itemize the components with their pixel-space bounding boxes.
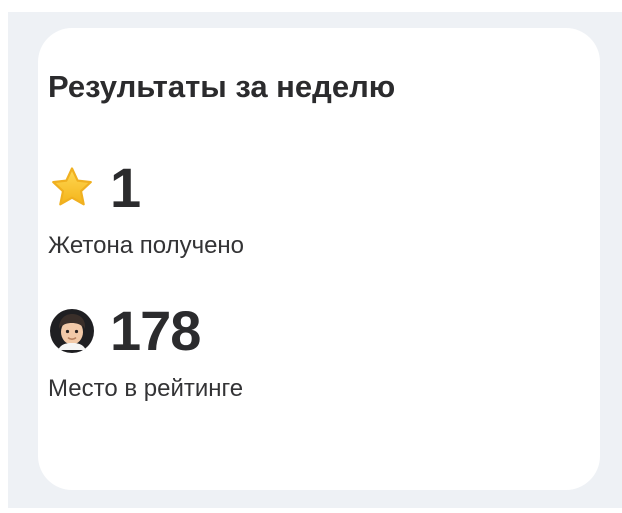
tokens-stat-row: 1: [48, 157, 244, 219]
rank-stat: 178 Место в рейтинге: [48, 300, 243, 404]
tokens-stat: 1 Жетона получено: [48, 157, 244, 261]
rank-caption: Место в рейтинге: [48, 375, 244, 402]
rank-stat-row: 178: [48, 300, 243, 362]
tokens-caption: Жетона получено: [48, 232, 245, 259]
avatar-icon: [48, 307, 96, 355]
star-icon: [48, 164, 96, 212]
tokens-value: 1: [110, 156, 141, 219]
rank-value: 178: [110, 299, 201, 362]
card-title: Результаты за неделю: [48, 69, 396, 104]
